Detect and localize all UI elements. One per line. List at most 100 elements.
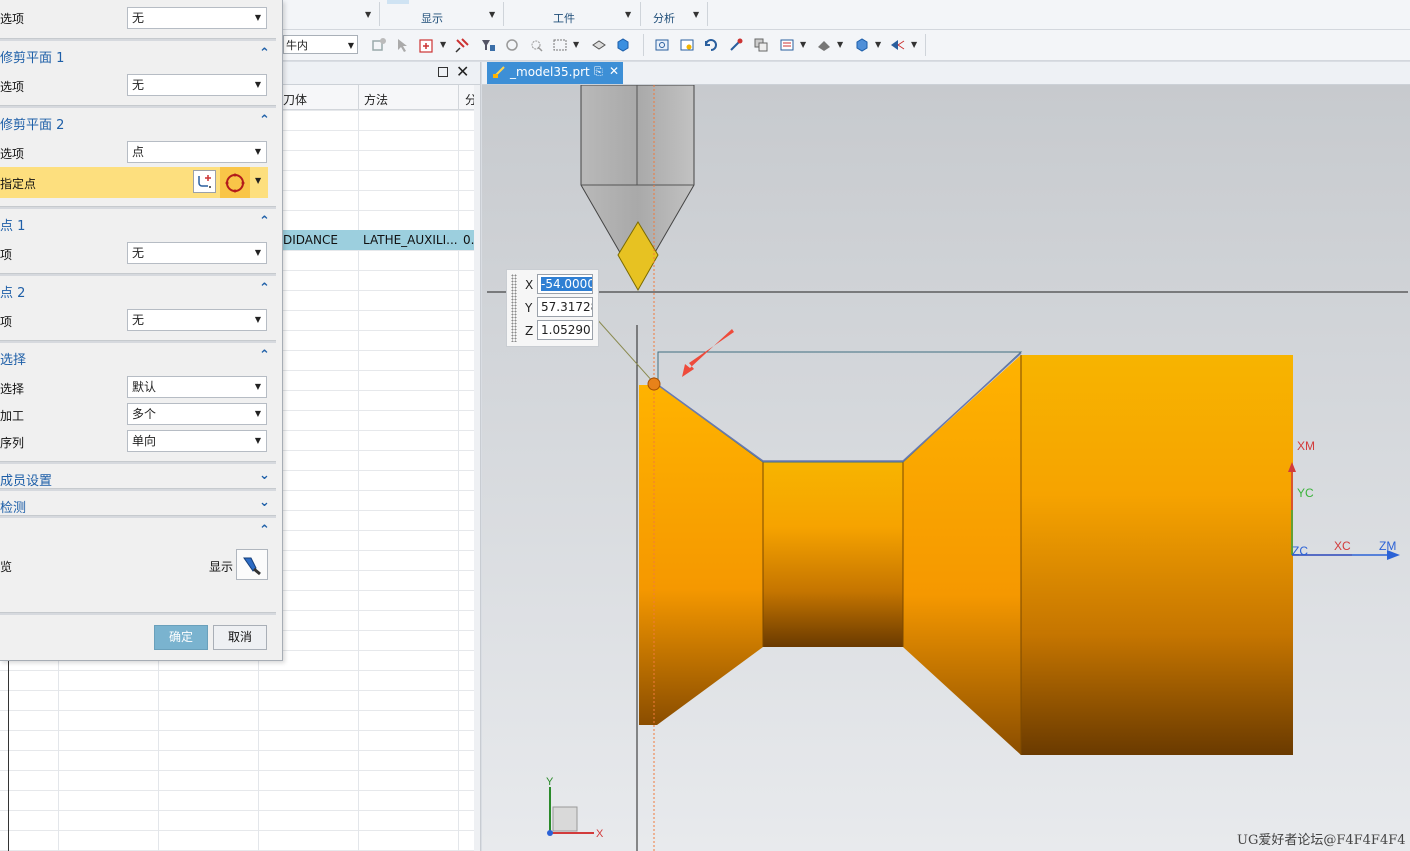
section-view-icon[interactable] — [752, 36, 769, 53]
tab-model35[interactable]: _model35.prt ⎘ ✕ — [487, 62, 623, 84]
chevron-down-icon[interactable]: ▼ — [365, 10, 371, 19]
specified-point-marker[interactable] — [647, 377, 661, 391]
chevron-down-icon: ▼ — [254, 382, 261, 391]
select-arrow-icon[interactable] — [394, 36, 411, 53]
section-trim-plane-1[interactable]: 修剪平面 1 — [0, 47, 64, 66]
wireframe-icon[interactable] — [590, 36, 607, 53]
cell-method: LATHE_AUXILI... — [363, 233, 458, 247]
model-canvas[interactable]: XM YC ZC XC ZM Y X — [482, 85, 1410, 851]
point-1-select[interactable]: 无 ▼ — [127, 242, 267, 264]
table-column-line — [458, 110, 459, 851]
table-column-line — [358, 110, 359, 851]
chevron-down-icon[interactable]: ▼ — [489, 10, 495, 19]
chevron-up-icon[interactable]: ⌃ — [259, 46, 270, 61]
column-tool[interactable]: 刀体 — [283, 91, 307, 108]
ribbon-group-display[interactable]: 显示 — [421, 10, 443, 26]
navigator-scrollbar[interactable] — [474, 85, 480, 851]
chevron-up-icon[interactable]: ⌃ — [259, 348, 270, 363]
part-main-cylinder[interactable] — [1021, 355, 1293, 755]
section-trim-plane-2[interactable]: 修剪平面 2 — [0, 114, 64, 133]
zoom-window-icon[interactable] — [678, 36, 695, 53]
ok-button[interactable]: 确定 — [154, 625, 208, 650]
sequence-select[interactable]: 单向 ▼ — [127, 430, 267, 452]
chevron-down-icon[interactable]: ▼ — [625, 10, 631, 19]
body-select-icon[interactable] — [527, 36, 544, 53]
section-check[interactable]: 检测 — [0, 497, 26, 516]
section-point-2[interactable]: 点 2 — [0, 282, 25, 301]
chevron-down-icon[interactable]: ▼ — [800, 40, 806, 49]
trim-plane-1-select[interactable]: 无 ▼ — [127, 74, 267, 96]
pan-icon[interactable] — [727, 36, 744, 53]
section-selection[interactable]: 选择 — [0, 349, 26, 368]
modified-icon: ⎘ — [594, 65, 603, 78]
show-preview-button[interactable] — [236, 549, 268, 580]
trim-plane-2-select[interactable]: 点 ▼ — [127, 141, 267, 163]
point-constructor-icon[interactable] — [418, 36, 435, 53]
chevron-down-icon[interactable]: ▼ — [440, 40, 446, 49]
layer-icon[interactable] — [778, 36, 795, 53]
chevron-up-icon[interactable]: ⌃ — [259, 523, 270, 538]
maximize-icon[interactable] — [438, 67, 448, 77]
coord-row-x: X -54.0000 — [507, 274, 598, 296]
close-icon[interactable]: ✕ — [609, 64, 619, 78]
chevron-down-icon[interactable]: ▼ — [573, 40, 579, 49]
section-member-settings[interactable]: 成员设置 — [0, 470, 52, 489]
section-divider — [0, 340, 276, 343]
table-row-line — [0, 670, 474, 671]
chevron-down-icon: ▼ — [254, 315, 261, 324]
section-divider — [0, 488, 276, 491]
shaded-cube-icon[interactable] — [853, 36, 870, 53]
ribbon-group-workpiece[interactable]: 工件 — [553, 10, 575, 26]
3d-viewport[interactable]: XM YC ZC XC ZM Y X — [482, 85, 1410, 851]
option-select[interactable]: 无 ▼ — [127, 7, 267, 29]
section-divider — [0, 206, 276, 209]
option-label: 选项 — [0, 12, 25, 26]
coord-x-value: -54.0000 — [541, 277, 593, 291]
machining-select[interactable]: 多个 ▼ — [127, 403, 267, 425]
coord-y-input[interactable]: 57.31728 — [537, 297, 593, 317]
table-row-line — [0, 710, 474, 711]
close-icon[interactable]: ✕ — [456, 62, 469, 81]
visualization-icon[interactable] — [888, 36, 905, 53]
pin-icon[interactable] — [453, 36, 470, 53]
chevron-up-icon[interactable]: ⌃ — [259, 214, 270, 229]
column-method[interactable]: 方法 — [364, 91, 388, 108]
snap-icon[interactable] — [370, 36, 387, 53]
coordinate-input-box: X -54.0000 Y 57.31728 Z 1.052901 — [506, 269, 599, 347]
point-dialog-button[interactable] — [193, 170, 216, 193]
chevron-down-icon[interactable]: ▼ — [837, 40, 843, 49]
cancel-button[interactable]: 取消 — [213, 625, 267, 650]
preview-label: 览 — [0, 560, 13, 574]
chevron-down-icon[interactable]: ⌄ — [259, 495, 270, 510]
selection-select[interactable]: 默认 ▼ — [127, 376, 267, 398]
box-select-icon[interactable] — [551, 36, 568, 53]
render-style-icon[interactable] — [815, 36, 832, 53]
triad-x-label: X — [596, 828, 604, 840]
fit-view-icon[interactable] — [653, 36, 670, 53]
filter-icon[interactable] — [479, 36, 496, 53]
part-neck[interactable] — [763, 462, 903, 647]
part-left-cone[interactable] — [639, 385, 763, 725]
face-select-icon[interactable] — [503, 36, 520, 53]
rotate-icon[interactable] — [702, 36, 719, 53]
chevron-down-icon[interactable]: ▼ — [875, 40, 881, 49]
coord-x-input[interactable]: -54.0000 — [537, 274, 593, 294]
chevron-down-icon[interactable]: ▼ — [693, 10, 699, 19]
chevron-down-icon[interactable]: ⌄ — [259, 468, 270, 483]
section-point-1[interactable]: 点 1 — [0, 215, 25, 234]
part-tab-bar: _model35.prt ⎘ ✕ — [482, 62, 1410, 85]
ribbon-group-analysis[interactable]: 分析 — [653, 10, 675, 26]
table-row-selected[interactable]: DIDANCE LATHE_AUXILI... 0. — [280, 230, 474, 250]
chevron-down-icon[interactable]: ▼ — [255, 176, 261, 185]
chevron-up-icon[interactable]: ⌃ — [259, 281, 270, 296]
chevron-down-icon[interactable]: ▼ — [911, 40, 917, 49]
inferred-point-button[interactable] — [220, 167, 250, 198]
coord-row-z: Z 1.052901 — [507, 320, 598, 342]
part-right-cone[interactable] — [903, 355, 1021, 755]
point-2-select[interactable]: 无 ▼ — [127, 309, 267, 331]
graphics-window: _model35.prt ⎘ ✕ XM YC ZC XC ZM Y X — [482, 62, 1410, 851]
coord-z-input[interactable]: 1.052901 — [537, 320, 593, 340]
type-filter-select[interactable]: 牛内 ▼ — [283, 35, 358, 54]
chevron-up-icon[interactable]: ⌃ — [259, 113, 270, 128]
solid-cube-icon[interactable] — [614, 36, 631, 53]
